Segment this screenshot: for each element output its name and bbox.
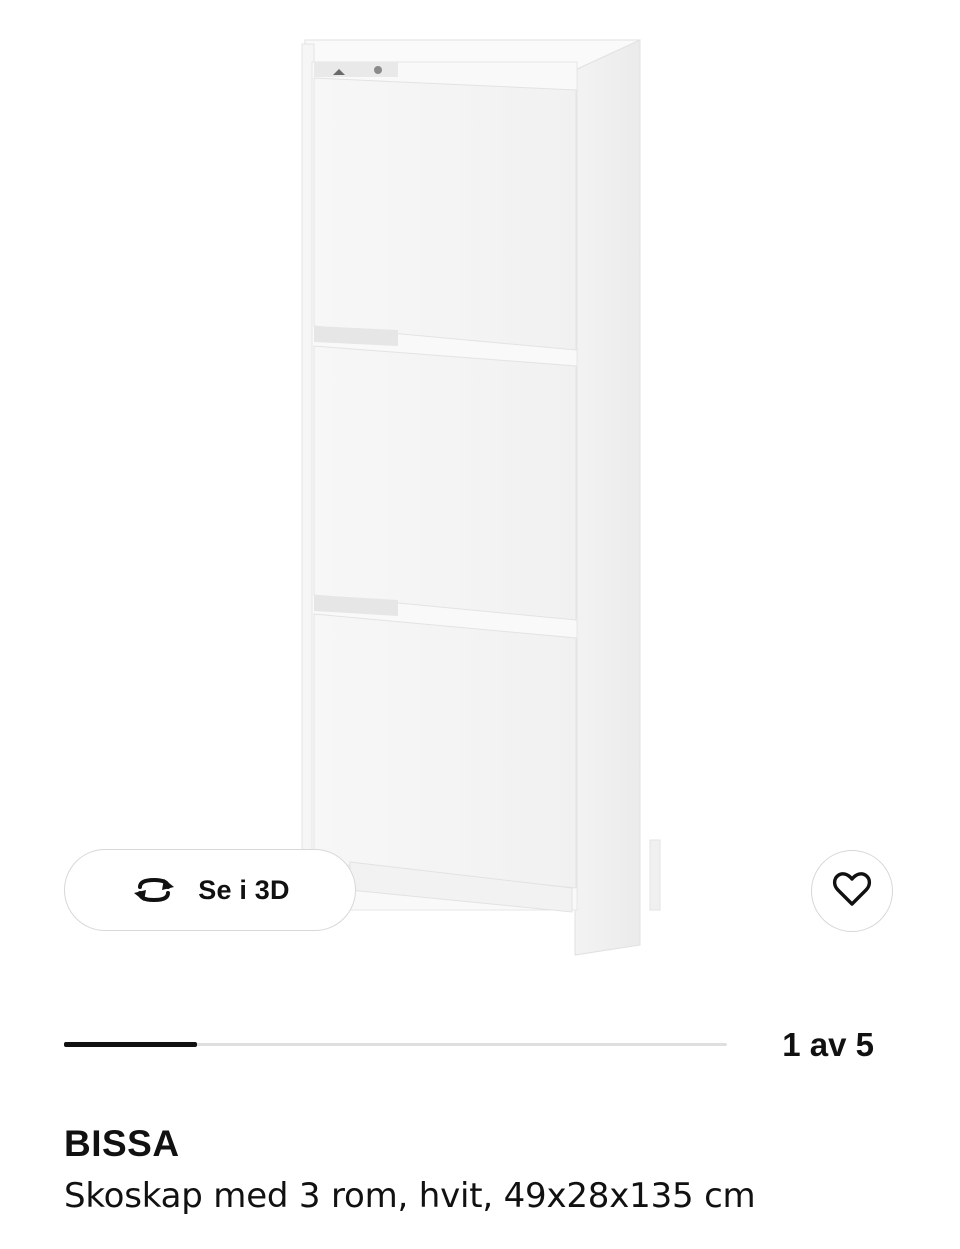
heart-icon <box>832 871 872 912</box>
rotate-3d-icon <box>130 875 178 905</box>
favourite-button[interactable] <box>811 850 893 932</box>
gallery-progress-fill <box>64 1042 197 1047</box>
gallery-progress-bar <box>64 1042 727 1047</box>
view-in-3d-label: Se i 3D <box>198 874 290 905</box>
image-counter: 1 av 5 <box>782 1026 874 1063</box>
product-description: Skoskap med 3 rom, hvit, 49x28x135 cm <box>64 1176 756 1216</box>
product-name: BISSA <box>64 1123 180 1164</box>
view-in-3d-button[interactable]: Se i 3D <box>64 849 356 931</box>
